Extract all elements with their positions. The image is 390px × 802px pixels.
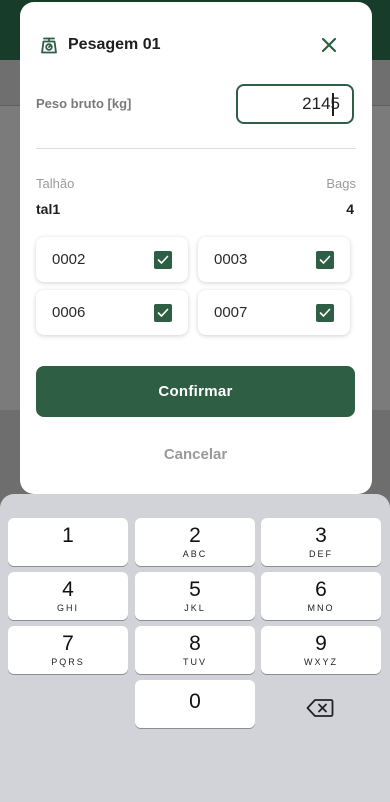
key-4[interactable]: 4 GHI: [8, 572, 128, 620]
key-letters: MNO: [307, 603, 335, 613]
talhao-header: Talhão: [36, 176, 75, 191]
key-8[interactable]: 8 TUV: [135, 626, 255, 674]
numeric-keyboard: 1 2 ABC 3 DEF 4 GHI 5 JKL 6 MNO 7 PQRS 8…: [0, 494, 390, 802]
close-button[interactable]: [316, 32, 342, 58]
key-number: 1: [62, 524, 74, 547]
key-letters: GHI: [56, 603, 79, 613]
key-5[interactable]: 5 JKL: [135, 572, 255, 620]
talhao-value: tal1: [36, 201, 61, 217]
bag-card-0006[interactable]: 0006: [36, 290, 188, 335]
close-icon: [321, 37, 337, 53]
divider: [36, 148, 356, 149]
checkbox-checked-icon[interactable]: [316, 251, 334, 269]
checkbox-checked-icon[interactable]: [316, 304, 334, 322]
bags-header: Bags: [326, 176, 356, 191]
key-letters: ABC: [182, 549, 208, 559]
key-number: 8: [189, 632, 201, 655]
key-number: 7: [62, 632, 74, 655]
bag-card-0007[interactable]: 0007: [198, 290, 350, 335]
key-letters: JKL: [184, 603, 206, 613]
key-number: 2: [189, 524, 201, 547]
backspace-icon: [306, 699, 334, 717]
peso-bruto-label: Peso bruto [kg]: [36, 96, 132, 111]
bag-code: 0006: [52, 304, 86, 321]
key-number: 6: [315, 578, 327, 601]
bags-count: 4: [346, 201, 354, 217]
key-letters: TUV: [183, 657, 207, 667]
key-3[interactable]: 3 DEF: [261, 518, 381, 566]
peso-bruto-input[interactable]: [236, 84, 354, 124]
scale-icon: [38, 34, 60, 56]
key-2[interactable]: 2 ABC: [135, 518, 255, 566]
key-0[interactable]: 0: [135, 680, 255, 728]
key-number: 5: [189, 578, 201, 601]
text-caret: [332, 93, 334, 116]
key-number: 3: [315, 524, 327, 547]
modal-title: Pesagem 01: [68, 36, 161, 53]
modal-header: Pesagem 01: [38, 30, 354, 60]
pesagem-modal: Pesagem 01 Peso bruto [kg] Talhão Bags t…: [20, 2, 372, 494]
key-letters: WXYZ: [304, 657, 338, 667]
bag-card-0003[interactable]: 0003: [198, 237, 350, 282]
key-6[interactable]: 6 MNO: [261, 572, 381, 620]
bag-code: 0007: [214, 304, 248, 321]
key-7[interactable]: 7 PQRS: [8, 626, 128, 674]
key-number: 0: [189, 690, 201, 713]
bag-card-0002[interactable]: 0002: [36, 237, 188, 282]
bag-code: 0002: [52, 251, 86, 268]
backspace-key[interactable]: [290, 690, 350, 726]
key-9[interactable]: 9 WXYZ: [261, 626, 381, 674]
key-number: 9: [315, 632, 327, 655]
checkbox-checked-icon[interactable]: [154, 251, 172, 269]
cancel-button[interactable]: Cancelar: [36, 438, 355, 470]
key-number: 4: [62, 578, 74, 601]
checkbox-checked-icon[interactable]: [154, 304, 172, 322]
key-letters: PQRS: [51, 657, 85, 667]
bag-code: 0003: [214, 251, 248, 268]
confirm-button[interactable]: Confirmar: [36, 366, 355, 417]
key-letters: DEF: [309, 549, 333, 559]
key-1[interactable]: 1: [8, 518, 128, 566]
